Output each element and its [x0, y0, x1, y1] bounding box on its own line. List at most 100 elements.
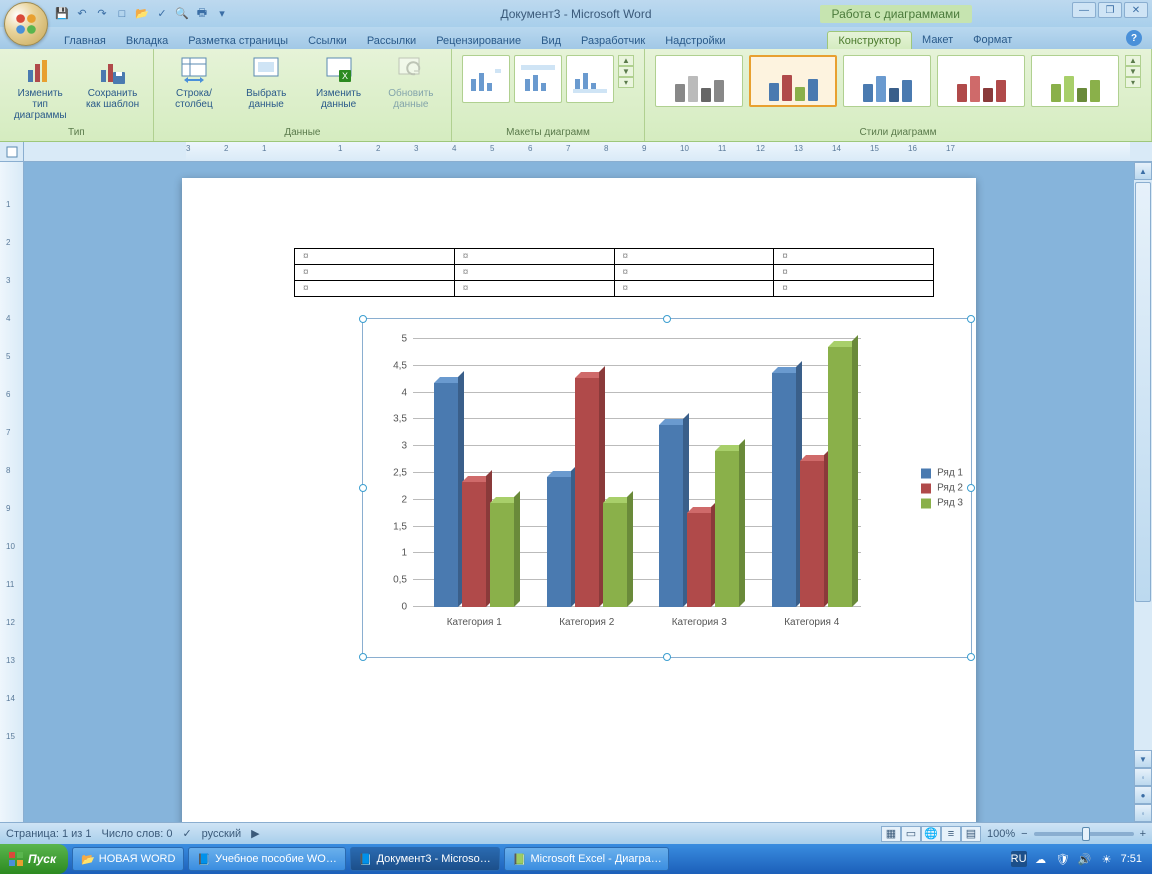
page: ¤¤¤¤ ¤¤¤¤ ¤¤¤¤ 00,511,522,533,544,55Кате…: [182, 178, 976, 822]
gallery-scroll-icon[interactable]: ▼: [1125, 66, 1141, 77]
gallery-up-icon[interactable]: ▲: [618, 55, 634, 66]
selection-handle[interactable]: [359, 484, 367, 492]
group-styles: ▲▼▾ Стили диаграмм: [645, 49, 1152, 141]
web-view-icon[interactable]: 🌐: [921, 826, 941, 842]
gallery-more-icon[interactable]: ▾: [618, 77, 634, 88]
taskbar-item[interactable]: 📘 Документ3 - Microso…: [350, 847, 500, 871]
layout-thumb[interactable]: [462, 55, 510, 103]
tab-addins[interactable]: Надстройки: [655, 32, 735, 49]
tray-lang-icon[interactable]: RU: [1011, 851, 1027, 867]
selection-handle[interactable]: [967, 484, 975, 492]
start-button[interactable]: Пуск: [0, 844, 68, 874]
zoom-value[interactable]: 100%: [987, 828, 1015, 840]
save-icon[interactable]: 💾: [54, 6, 70, 22]
tray-icon[interactable]: 🛡: [1055, 851, 1071, 867]
style-thumb[interactable]: [843, 55, 931, 107]
macro-icon[interactable]: ▶: [251, 827, 259, 840]
selection-handle[interactable]: [663, 315, 671, 323]
qat-dropdown-icon[interactable]: ▾: [214, 6, 230, 22]
edit-data-button[interactable]: X Изменить данные: [304, 51, 372, 113]
restore-button[interactable]: ❐: [1098, 2, 1122, 18]
chart-legend[interactable]: Ряд 1Ряд 2Ряд 3: [921, 464, 963, 513]
status-words[interactable]: Число слов: 0: [102, 828, 173, 840]
draft-view-icon[interactable]: ▤: [961, 826, 981, 842]
style-thumb[interactable]: [937, 55, 1025, 107]
tray-icon[interactable]: 🔊: [1077, 851, 1093, 867]
switch-row-col-button[interactable]: Строка/столбец: [160, 51, 228, 113]
gallery-scroll-icon[interactable]: ▾: [1125, 77, 1141, 88]
selection-handle[interactable]: [663, 653, 671, 661]
prev-page-icon[interactable]: ◦: [1134, 768, 1152, 786]
tab-chart-layout[interactable]: Макет: [912, 31, 963, 49]
zoom-in-icon[interactable]: +: [1140, 828, 1146, 840]
outline-view-icon[interactable]: ≡: [941, 826, 961, 842]
spell-icon[interactable]: ✓: [154, 6, 170, 22]
style-thumb[interactable]: [749, 55, 837, 107]
selection-handle[interactable]: [967, 315, 975, 323]
spell-check-icon[interactable]: ✓: [182, 827, 191, 840]
tab-review[interactable]: Рецензирование: [426, 32, 531, 49]
style-thumb[interactable]: [655, 55, 743, 107]
taskbar-item[interactable]: 📗 Microsoft Excel - Диагра…: [504, 847, 669, 871]
zoom-out-icon[interactable]: −: [1021, 828, 1027, 840]
scroll-thumb[interactable]: [1135, 182, 1151, 602]
tab-insert[interactable]: Вкладка: [116, 32, 178, 49]
gallery-down-icon[interactable]: ▼: [618, 66, 634, 77]
save-template-button[interactable]: Сохранить как шаблон: [78, 51, 146, 113]
style-thumb[interactable]: [1031, 55, 1119, 107]
open-icon[interactable]: 📂: [134, 6, 150, 22]
status-page[interactable]: Страница: 1 из 1: [6, 828, 92, 840]
workspace: 123456789101112131415 ¤¤¤¤ ¤¤¤¤ ¤¤¤¤ 00,…: [0, 162, 1152, 822]
tab-layout[interactable]: Разметка страницы: [178, 32, 298, 49]
zoom-slider[interactable]: [1034, 832, 1134, 836]
help-icon[interactable]: ?: [1126, 30, 1142, 46]
zoom-slider-thumb[interactable]: [1082, 827, 1090, 841]
selection-handle[interactable]: [967, 653, 975, 661]
document-table[interactable]: ¤¤¤¤ ¤¤¤¤ ¤¤¤¤: [294, 248, 934, 297]
tab-references[interactable]: Ссылки: [298, 32, 357, 49]
scroll-down-icon[interactable]: ▼: [1134, 750, 1152, 768]
tab-home[interactable]: Главная: [54, 32, 116, 49]
status-lang[interactable]: русский: [202, 828, 241, 840]
tab-mailings[interactable]: Рассылки: [357, 32, 426, 49]
taskbar-item[interactable]: 📘 Учебное пособие WO…: [188, 847, 345, 871]
scroll-track[interactable]: [1134, 180, 1152, 750]
selection-handle[interactable]: [359, 315, 367, 323]
refresh-data-button[interactable]: Обновить данные: [377, 51, 445, 113]
document-area[interactable]: ¤¤¤¤ ¤¤¤¤ ¤¤¤¤ 00,511,522,533,544,55Кате…: [24, 162, 1134, 822]
full-reading-view-icon[interactable]: ▭: [901, 826, 921, 842]
tab-developer[interactable]: Разработчик: [571, 32, 655, 49]
new-icon[interactable]: □: [114, 6, 130, 22]
layout-thumb[interactable]: [514, 55, 562, 103]
tab-format[interactable]: Формат: [963, 31, 1022, 49]
preview-icon[interactable]: 🔍: [174, 6, 190, 22]
chart-plot-area[interactable]: 00,511,522,533,544,55Категория 1Категори…: [413, 339, 861, 607]
tab-view[interactable]: Вид: [531, 32, 571, 49]
tray-icon[interactable]: ☀: [1099, 851, 1115, 867]
horizontal-ruler[interactable]: 3211234567891011121314151617: [186, 142, 1130, 161]
tray-icon[interactable]: ☁: [1033, 851, 1049, 867]
next-page-icon[interactable]: ◦: [1134, 804, 1152, 822]
redo-icon[interactable]: ↷: [94, 6, 110, 22]
browse-object-icon[interactable]: ●: [1134, 786, 1152, 804]
group-type: Изменить тип диаграммы Сохранить как шаб…: [0, 49, 154, 141]
layout-thumb[interactable]: [566, 55, 614, 103]
tray-clock[interactable]: 7:51: [1121, 853, 1142, 865]
chart-object[interactable]: 00,511,522,533,544,55Категория 1Категори…: [362, 318, 972, 658]
print-icon[interactable]: 🖶: [194, 6, 210, 22]
taskbar-item[interactable]: 📂 НОВАЯ WORD: [72, 847, 184, 871]
office-button[interactable]: [4, 2, 48, 46]
print-layout-view-icon[interactable]: ▦: [881, 826, 901, 842]
tab-design[interactable]: Конструктор: [827, 31, 912, 49]
scroll-up-icon[interactable]: ▲: [1134, 162, 1152, 180]
close-button[interactable]: ✕: [1124, 2, 1148, 18]
select-data-button[interactable]: Выбрать данные: [232, 51, 300, 113]
minimize-button[interactable]: —: [1072, 2, 1096, 18]
undo-icon[interactable]: ↶: [74, 6, 90, 22]
vertical-ruler[interactable]: 123456789101112131415: [0, 162, 24, 822]
selection-handle[interactable]: [359, 653, 367, 661]
ruler-corner[interactable]: [0, 142, 24, 161]
gallery-scroll-icon[interactable]: ▲: [1125, 55, 1141, 66]
change-chart-type-button[interactable]: Изменить тип диаграммы: [6, 51, 74, 124]
quick-access-toolbar: 💾 ↶ ↷ □ 📂 ✓ 🔍 🖶 ▾: [54, 6, 230, 22]
